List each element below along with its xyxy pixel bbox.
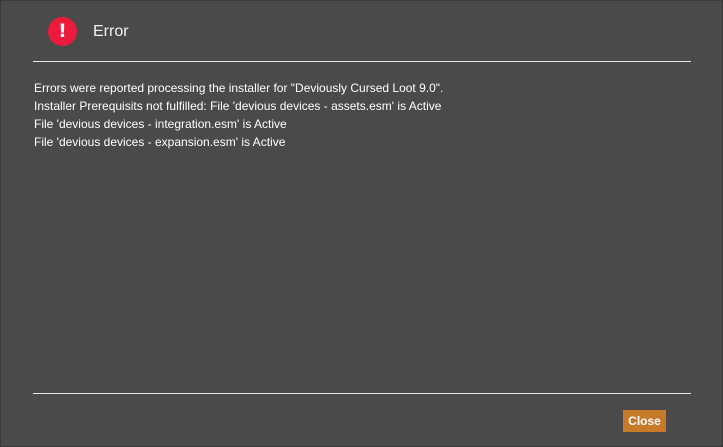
exclamation-glyph: ! xyxy=(58,19,67,42)
error-icon: ! xyxy=(48,17,77,46)
header-divider xyxy=(33,61,691,62)
error-dialog: ! Error Errors were reported processing … xyxy=(0,0,723,447)
dialog-header: ! Error xyxy=(1,1,722,61)
error-message-line: File 'devious devices - expansion.esm' i… xyxy=(34,135,286,149)
error-message-area: Errors were reported processing the inst… xyxy=(34,79,684,151)
close-button[interactable]: Close xyxy=(623,410,666,432)
footer-divider xyxy=(33,393,691,394)
error-message-line: File 'devious devices - integration.esm'… xyxy=(34,117,287,131)
error-message-line: Errors were reported processing the inst… xyxy=(34,81,444,95)
error-message-line: Installer Prerequisits not fulfilled: Fi… xyxy=(34,99,442,113)
dialog-title: Error xyxy=(93,23,129,40)
